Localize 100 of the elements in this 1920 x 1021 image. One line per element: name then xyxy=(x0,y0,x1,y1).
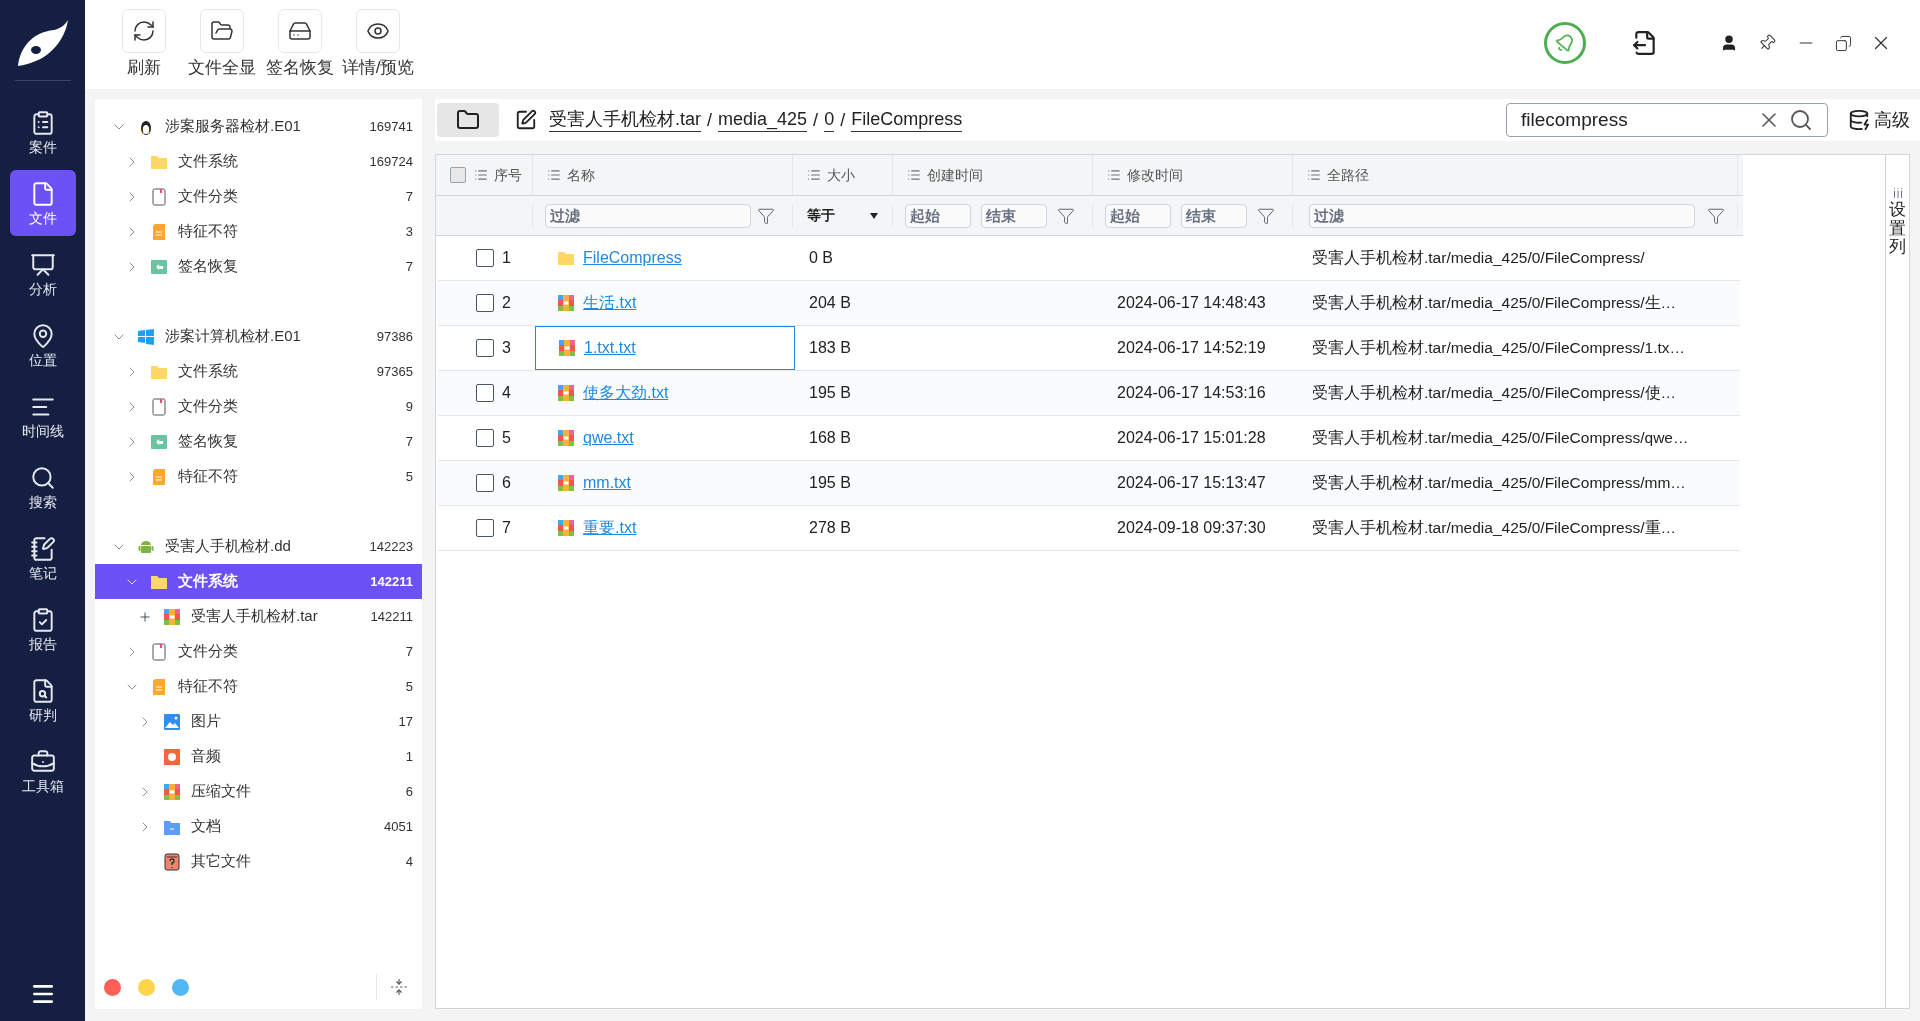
user-icon[interactable] xyxy=(1720,34,1738,52)
filter-icon[interactable] xyxy=(1257,206,1275,225)
tree-item[interactable]: 文件分类 7 xyxy=(95,179,422,214)
file-link[interactable]: 生活.txt xyxy=(583,291,637,315)
tree-item[interactable]: 特征不符 5 xyxy=(95,459,422,494)
filter-icon[interactable] xyxy=(1707,206,1725,225)
start-date-field[interactable]: 起始 xyxy=(1105,203,1171,228)
nav-item[interactable]: 分析 xyxy=(9,241,76,307)
tree-label: 涉案计算机检材.E01 xyxy=(165,326,301,347)
table-row[interactable]: 4 使多大劲.txt 195 B 2024-06-17 14:53:16 受害人手机检材.tar/media_425/0/FileCompress/使… xyxy=(438,371,1740,416)
column-header[interactable]: 序号 xyxy=(494,164,522,186)
checkbox[interactable] xyxy=(476,519,494,537)
breadcrumb-link[interactable]: media_425 xyxy=(718,108,808,132)
tree-item[interactable]: 文件分类 7 xyxy=(95,634,422,669)
folder-button[interactable] xyxy=(437,103,499,137)
expand-icon[interactable] xyxy=(138,609,152,624)
breadcrumb-link[interactable]: FileCompress xyxy=(851,108,963,132)
table-row[interactable]: 6 mm.txt 195 B 2024-06-17 15:13:47 受害人手机检材.tar/media_425/0/FileCompress/mm… xyxy=(438,461,1740,506)
tree-item[interactable]: 文件系统 97365 xyxy=(95,354,422,389)
row-number: 2 xyxy=(502,293,511,313)
start-date-field[interactable]: 起始 xyxy=(905,203,971,228)
tree-item[interactable]: 文件分类 9 xyxy=(95,389,422,424)
item-count: 4051 xyxy=(384,817,413,836)
nav-item[interactable]: 工具箱 xyxy=(9,738,76,804)
tree-item[interactable]: 文档 4051 xyxy=(95,809,422,844)
end-date-field[interactable]: 结束 xyxy=(1181,203,1247,228)
column-menu-icon[interactable] xyxy=(1307,168,1321,182)
nav-item[interactable]: 笔记 xyxy=(9,525,76,591)
breadcrumb-link[interactable]: 受害人手机检材.tar xyxy=(549,108,701,132)
nav-item[interactable]: 文件 xyxy=(9,170,76,236)
search-field[interactable]: filecompress xyxy=(1506,103,1828,137)
checkbox[interactable] xyxy=(476,429,494,447)
filter-icon[interactable] xyxy=(757,206,775,225)
file-link[interactable]: 重要.txt xyxy=(583,516,637,540)
tree-item[interactable]: 签名恢复 7 xyxy=(95,249,422,284)
file-link[interactable]: mm.txt xyxy=(583,471,631,495)
checkbox[interactable] xyxy=(476,294,494,312)
file-link[interactable]: 使多大劲.txt xyxy=(583,381,669,405)
collapse-icon[interactable] xyxy=(390,978,408,996)
edit-icon[interactable] xyxy=(515,109,537,131)
toolbar-button[interactable]: 详情/预览 xyxy=(339,9,417,76)
column-header[interactable]: 全路径 xyxy=(1327,164,1369,186)
column-menu-icon[interactable] xyxy=(1107,168,1121,182)
nav-item[interactable]: 时间线 xyxy=(9,383,76,449)
nav-item[interactable]: 研判 xyxy=(9,667,76,733)
filter-icon[interactable] xyxy=(1057,206,1075,225)
column-header[interactable]: 创建时间 xyxy=(927,164,983,186)
nav-item[interactable]: 报告 xyxy=(9,596,76,662)
checkbox[interactable] xyxy=(450,167,466,183)
toolbar-button[interactable]: 文件全显 xyxy=(183,9,261,76)
tree-label: 签名恢复 xyxy=(178,256,238,277)
file-link[interactable]: FileCompress xyxy=(583,246,682,270)
checkbox[interactable] xyxy=(476,384,494,402)
column-header[interactable]: 名称 xyxy=(567,164,595,186)
toolbar-button[interactable]: 刷新 xyxy=(105,9,183,76)
file-link[interactable]: 1.txt.txt xyxy=(584,336,636,360)
tree-item[interactable]: 其它文件 4 xyxy=(95,844,422,879)
tree-item[interactable]: 图片 17 xyxy=(95,704,422,739)
tree-item[interactable]: 文件系统 169724 xyxy=(95,144,422,179)
nav-item[interactable]: 位置 xyxy=(9,312,76,378)
tree-item[interactable]: 特征不符 3 xyxy=(95,214,422,249)
table-row[interactable]: 2 生活.txt 204 B 2024-06-17 14:48:43 受害人手机检材.tar/media_425/0/FileCompress/生… xyxy=(438,281,1740,326)
end-date-field[interactable]: 结束 xyxy=(981,203,1047,228)
tree-item[interactable]: 压缩文件 6 xyxy=(95,774,422,809)
nav-item[interactable]: 案件 xyxy=(9,99,76,165)
checkbox[interactable] xyxy=(476,249,494,267)
tree-item[interactable]: 受害人手机检材.tar 142211 xyxy=(95,599,422,634)
column-header[interactable]: 大小 xyxy=(827,164,855,186)
tree-item[interactable]: 签名恢复 7 xyxy=(95,424,422,459)
tree-item[interactable]: 音频 1 xyxy=(95,739,422,774)
column-menu-icon[interactable] xyxy=(474,168,488,182)
tree-label: 特征不符 xyxy=(178,466,238,487)
nav-item[interactable]: 搜索 xyxy=(9,454,76,520)
column-header[interactable]: 修改时间 xyxy=(1127,164,1183,186)
filter-field[interactable]: 过滤 xyxy=(545,203,751,228)
tree-item[interactable]: 文件系统 142211 xyxy=(95,564,422,599)
search-icon[interactable] xyxy=(1789,108,1813,132)
column-menu-icon[interactable] xyxy=(807,168,821,182)
file-link[interactable]: qwe.txt xyxy=(583,426,634,450)
nav-icon xyxy=(29,536,56,562)
tree-item[interactable]: 特征不符 5 xyxy=(95,669,422,704)
table-row[interactable]: 3 1.txt.txt 183 B 2024-06-17 14:52:19 受害人手机检材.tar/media_425/0/FileCompress/1.tx… xyxy=(438,326,1740,371)
notification-button[interactable] xyxy=(1544,22,1586,64)
tree-item[interactable]: 受害人手机检材.dd 142223 xyxy=(95,529,422,564)
column-settings-tab[interactable]: 设置列 xyxy=(1886,154,1910,1009)
breadcrumb-link[interactable]: 0 xyxy=(824,108,835,132)
column-menu-icon[interactable] xyxy=(547,168,561,182)
export-icon[interactable] xyxy=(1632,30,1658,56)
row-number: 4 xyxy=(502,383,511,403)
tree-item[interactable]: 涉案服务器检材.E01 169741 xyxy=(95,109,422,144)
column-menu-icon[interactable] xyxy=(907,168,921,182)
filter-field[interactable]: 过滤 xyxy=(1309,203,1695,228)
tree-label: 受害人手机检材.dd xyxy=(165,536,291,557)
operator-dropdown[interactable]: 等于 xyxy=(793,205,892,226)
checkbox[interactable] xyxy=(476,339,494,357)
toolbar-button[interactable]: 签名恢复 xyxy=(261,9,339,76)
advanced-button[interactable]: 高级 xyxy=(1848,106,1910,134)
tree-item[interactable]: 涉案计算机检材.E01 97386 xyxy=(95,319,422,354)
checkbox[interactable] xyxy=(476,474,494,492)
restore-icon[interactable] xyxy=(1835,34,1852,52)
